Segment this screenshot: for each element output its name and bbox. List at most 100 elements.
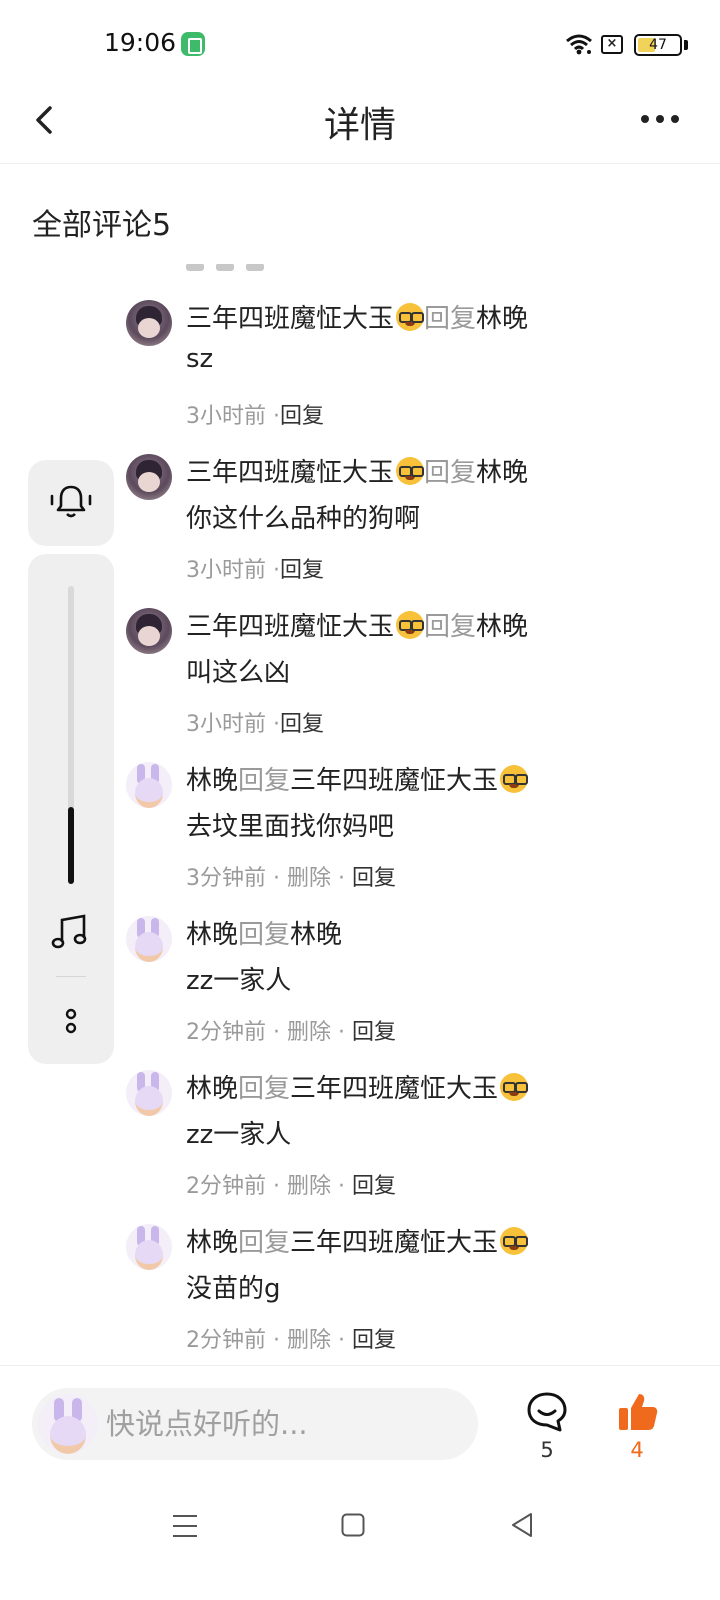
user-avatar[interactable]: [126, 1224, 172, 1270]
comment-author[interactable]: 三年四班魔怔大玉: [186, 612, 394, 642]
nerd-face-emoji-icon: [500, 1227, 529, 1255]
system-navigation-bar: [0, 1485, 720, 1600]
comment-meta: 2分钟前 · 删除 · 回复: [186, 1322, 396, 1354]
comment-author[interactable]: 林晚: [186, 1228, 238, 1258]
reply-word: 回复: [424, 304, 477, 334]
reply-button[interactable]: 回复: [352, 1328, 396, 1353]
reply-button[interactable]: 回复: [352, 866, 396, 891]
meta-separator: ·: [331, 1020, 352, 1045]
delete-button[interactable]: 删除: [287, 1020, 331, 1045]
reply-button[interactable]: 回复: [280, 712, 324, 737]
comment-meta: 2分钟前 · 删除 · 回复: [186, 1168, 396, 1200]
wifi-icon: [566, 34, 592, 55]
comment-time: 2分钟前: [186, 1328, 266, 1353]
comment-count: 5: [540, 1438, 554, 1462]
reply-button[interactable]: 回复: [280, 558, 324, 583]
comments-button[interactable]: 5: [522, 1390, 572, 1462]
ringer-mode-button[interactable]: [28, 460, 114, 546]
comment-author[interactable]: 林晚: [186, 766, 238, 796]
user-avatar[interactable]: [126, 454, 172, 500]
user-avatar[interactable]: [126, 300, 172, 346]
reply-button[interactable]: 回复: [352, 1020, 396, 1045]
system-back-icon[interactable]: [509, 1511, 535, 1539]
battery-icon: 47: [634, 34, 682, 56]
more-settings-icon[interactable]: [63, 1006, 79, 1036]
reply-target[interactable]: 三年四班魔怔大玉: [290, 766, 498, 796]
comment-input-container[interactable]: [32, 1388, 478, 1460]
volume-level-fill: [68, 806, 74, 884]
delete-button[interactable]: 删除: [287, 1328, 331, 1353]
user-avatar[interactable]: [126, 916, 172, 962]
like-button[interactable]: 4: [612, 1390, 662, 1462]
meta-separator: ·: [266, 1020, 287, 1045]
comment-text: 叫这么凶: [186, 658, 291, 688]
user-avatar[interactable]: [126, 762, 172, 808]
comment-header: 林晚回复林晚: [186, 914, 342, 951]
comment-text: 没苗的g: [186, 1274, 281, 1304]
meta-separator: ·: [331, 866, 352, 891]
meta-separator: ·: [266, 1174, 287, 1199]
reply-button[interactable]: 回复: [280, 404, 324, 429]
comment-meta: 3分钟前 · 删除 · 回复: [186, 860, 396, 892]
comment-meta: 2分钟前 · 删除 · 回复: [186, 1014, 396, 1046]
delete-button[interactable]: 删除: [287, 1174, 331, 1199]
reply-target[interactable]: 林晚: [476, 304, 528, 334]
battery-tip: [684, 40, 688, 50]
comment-meta: 3小时前 ·回复: [186, 552, 324, 584]
comment-text: zz一家人: [186, 1120, 292, 1150]
comment-text: 你这什么品种的狗啊: [186, 504, 421, 534]
more-options-icon[interactable]: [640, 114, 680, 124]
bell-icon: [50, 485, 92, 518]
comment-time: 3小时前: [186, 712, 266, 737]
comment-item: 林晚回复 三年四班魔怔大玉 zz一家人 2分钟前 · 删除 · 回复: [0, 1062, 720, 1216]
reply-button[interactable]: 回复: [352, 1174, 396, 1199]
meta-separator: ·: [266, 866, 287, 891]
reply-target[interactable]: 三年四班魔怔大玉: [290, 1228, 498, 1258]
thumbs-up-icon: [619, 1394, 658, 1430]
comment-meta: 3小时前 ·回复: [186, 706, 324, 738]
user-avatar[interactable]: [126, 608, 172, 654]
no-sim-icon: ×: [601, 35, 623, 54]
reply-target[interactable]: 三年四班魔怔大玉: [290, 1074, 498, 1104]
comment-author[interactable]: 三年四班魔怔大玉: [186, 458, 394, 488]
comment-time: 3分钟前: [186, 866, 266, 891]
user-avatar[interactable]: [126, 1070, 172, 1116]
comment-author[interactable]: 林晚: [186, 1074, 238, 1104]
comment-author[interactable]: 林晚: [186, 920, 238, 950]
comment-bubble-icon: [527, 1392, 567, 1432]
comment-time: 2分钟前: [186, 1020, 266, 1045]
music-note-icon[interactable]: [50, 914, 92, 950]
volume-slider[interactable]: [68, 586, 74, 884]
nerd-face-emoji-icon: [396, 457, 425, 485]
comment-time: 3小时前: [186, 558, 266, 583]
battery-percent: 47: [649, 37, 667, 53]
status-time: 19:06: [104, 28, 177, 57]
home-icon[interactable]: [341, 1513, 365, 1537]
comment-header: 三年四班魔怔大玉 回复林晚: [186, 606, 528, 643]
clipped-previous-comment: [186, 264, 346, 274]
comment-composer-bar: 5 4: [0, 1365, 720, 1485]
comment-input[interactable]: [106, 1388, 466, 1460]
delete-button[interactable]: 删除: [287, 866, 331, 891]
reply-word: 回复: [424, 458, 477, 488]
recent-apps-icon[interactable]: [172, 1513, 198, 1539]
comment-item: 林晚回复三年四班魔怔大玉 没苗的g 2分钟前 · 删除 · 回复: [0, 1216, 720, 1364]
panel-divider: [56, 976, 86, 977]
like-count: 4: [630, 1438, 644, 1462]
meta-separator: ·: [266, 712, 280, 737]
reply-target[interactable]: 林晚: [290, 920, 342, 950]
comment-text: zz一家人: [186, 966, 292, 996]
nerd-face-emoji-icon: [500, 765, 529, 793]
comment-header: 林晚回复三年四班魔怔大玉: [186, 1222, 529, 1259]
reply-target[interactable]: 林晚: [476, 612, 528, 642]
page-title: 详情: [323, 105, 396, 146]
comment-time: 3小时前: [186, 404, 266, 429]
meta-separator: ·: [331, 1174, 352, 1199]
top-app-bar: 详情: [0, 88, 720, 164]
meta-separator: ·: [266, 1328, 287, 1353]
comment-meta: 3小时前 ·回复: [186, 398, 324, 430]
reply-target[interactable]: 林晚: [476, 458, 528, 488]
comment-author[interactable]: 三年四班魔怔大玉: [186, 304, 394, 334]
reply-word: 回复: [424, 612, 477, 642]
comment-header: 三年四班魔怔大玉 回复林晚: [186, 452, 528, 489]
